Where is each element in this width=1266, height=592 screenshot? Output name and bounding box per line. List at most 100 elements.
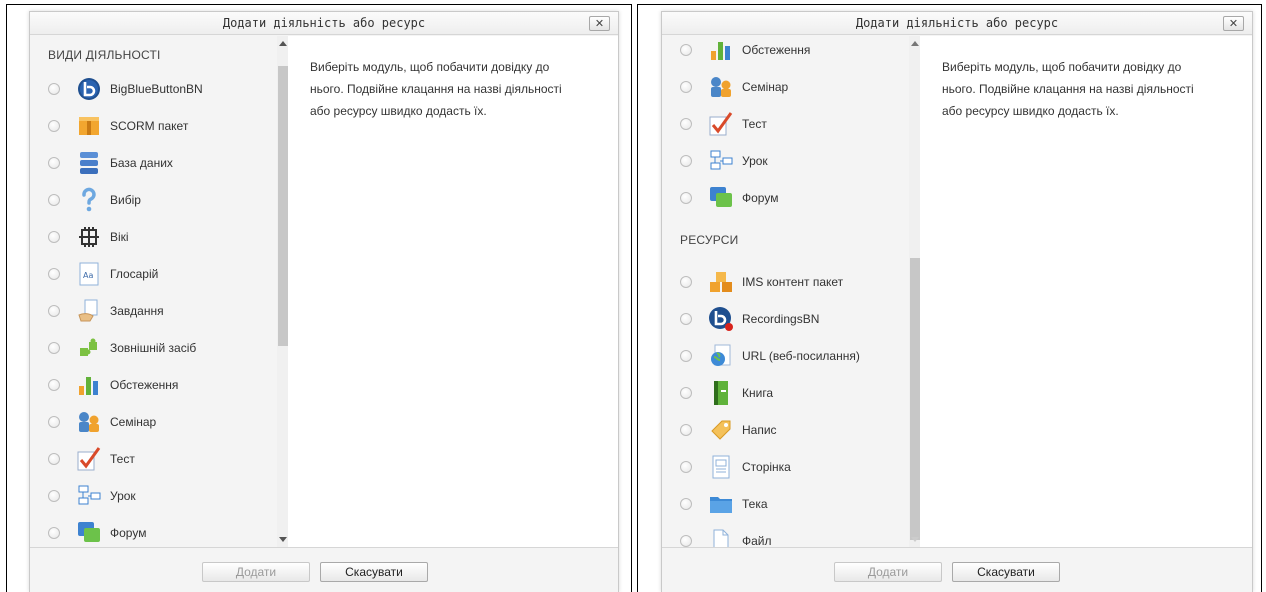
module-label: Урок — [742, 154, 768, 168]
folder-icon — [708, 491, 734, 517]
module-item-glossary[interactable]: Aa Глосарій — [48, 256, 276, 292]
module-list: ВИДИ ДІЯЛЬНОСТІ BigBlueButtonBN SCORM па… — [30, 36, 288, 547]
radio-button[interactable] — [680, 155, 692, 167]
label-tag-icon — [708, 417, 734, 443]
module-item-lesson[interactable]: Урок — [680, 143, 908, 179]
module-item-forum[interactable]: Форум — [48, 515, 276, 547]
scroll-down-icon[interactable] — [279, 537, 287, 542]
cancel-button[interactable]: Скасувати — [952, 562, 1060, 582]
recordings-icon — [708, 306, 734, 332]
module-label: Тека — [742, 497, 768, 511]
module-item-quiz[interactable]: Тест — [680, 106, 908, 142]
module-item-file[interactable]: Файл — [680, 523, 908, 547]
close-icon[interactable]: ✕ — [1223, 16, 1244, 31]
radio-button[interactable] — [680, 276, 692, 288]
help-pane: Виберіть модуль, щоб побачити довідку до… — [920, 36, 1252, 547]
add-activity-dialog: Додати діяльність або ресурс ✕ ВИДИ ДІЯЛ… — [29, 11, 619, 592]
dialog-body: ВИДИ ДІЯЛЬНОСТІ BigBlueButtonBN SCORM па… — [30, 36, 618, 548]
radio-button[interactable] — [680, 424, 692, 436]
scroll-down-icon[interactable] — [911, 537, 919, 542]
module-item-label[interactable]: Напис — [680, 412, 908, 448]
glossary-icon: Aa — [76, 261, 102, 287]
module-label: Форум — [110, 526, 147, 540]
radio-button[interactable] — [48, 194, 60, 206]
radio-button[interactable] — [680, 118, 692, 130]
cancel-button[interactable]: Скасувати — [320, 562, 428, 582]
module-item-url[interactable]: URL (веб-посилання) — [680, 338, 908, 374]
module-label: Семінар — [110, 415, 157, 429]
module-item-workshop[interactable]: Семінар — [48, 404, 276, 440]
help-text: Виберіть модуль, щоб побачити довідку до… — [310, 60, 562, 118]
list-scrollbar[interactable] — [277, 36, 288, 547]
module-item-external-tool[interactable]: Зовнішній засіб — [48, 330, 276, 366]
scrollbar-thumb[interactable] — [278, 66, 288, 346]
module-item-page[interactable]: Сторінка — [680, 449, 908, 485]
radio-button[interactable] — [680, 535, 692, 547]
module-list: Обстеження Семінар Тест Урок Форум РЕСУР… — [662, 36, 920, 547]
left-screenshot: Додати діяльність або ресурс ✕ ВИДИ ДІЯЛ… — [6, 4, 632, 592]
ims-package-icon — [708, 269, 734, 295]
dialog-titlebar: Додати діяльність або ресурс ✕ — [30, 12, 618, 35]
module-item-survey[interactable]: Обстеження — [48, 367, 276, 403]
radio-button[interactable] — [48, 231, 60, 243]
forum-icon — [708, 185, 734, 211]
module-label: RecordingsBN — [742, 312, 820, 326]
radio-button[interactable] — [48, 157, 60, 169]
survey-icon — [76, 372, 102, 398]
module-item-choice[interactable]: Вибір — [48, 182, 276, 218]
radio-button[interactable] — [680, 461, 692, 473]
radio-button[interactable] — [48, 342, 60, 354]
database-icon — [76, 150, 102, 176]
module-label: Форум — [742, 191, 779, 205]
section-activities-label: ВИДИ ДІЯЛЬНОСТІ — [48, 48, 161, 62]
module-label: Сторінка — [742, 460, 791, 474]
radio-button[interactable] — [48, 305, 60, 317]
scroll-up-icon[interactable] — [911, 41, 919, 46]
help-pane: Виберіть модуль, щоб побачити довідку до… — [288, 36, 618, 547]
radio-button[interactable] — [48, 490, 60, 502]
radio-button[interactable] — [48, 453, 60, 465]
module-item-book[interactable]: Книга — [680, 375, 908, 411]
dialog-title: Додати діяльність або ресурс — [222, 16, 426, 30]
radio-button[interactable] — [680, 498, 692, 510]
radio-button[interactable] — [680, 387, 692, 399]
list-scrollbar[interactable] — [909, 36, 920, 547]
wiki-icon — [76, 224, 102, 250]
lesson-icon — [708, 148, 734, 174]
radio-button[interactable] — [680, 192, 692, 204]
module-label: Урок — [110, 489, 136, 503]
radio-button[interactable] — [48, 379, 60, 391]
module-item-workshop[interactable]: Семінар — [680, 69, 908, 105]
help-text: Виберіть модуль, щоб побачити довідку до… — [942, 60, 1194, 118]
radio-button[interactable] — [680, 313, 692, 325]
scrollbar-thumb[interactable] — [910, 258, 920, 540]
module-item-folder[interactable]: Тека — [680, 486, 908, 522]
add-button[interactable]: Додати — [202, 562, 310, 582]
module-item-survey[interactable]: Обстеження — [680, 36, 908, 68]
module-item-bigbluebutton[interactable]: BigBlueButtonBN — [48, 71, 276, 107]
radio-button[interactable] — [48, 416, 60, 428]
lesson-icon — [76, 483, 102, 509]
module-item-quiz[interactable]: Тест — [48, 441, 276, 477]
file-icon — [708, 528, 734, 547]
radio-button[interactable] — [680, 44, 692, 56]
dialog-body: Обстеження Семінар Тест Урок Форум РЕСУР… — [662, 36, 1252, 548]
radio-button[interactable] — [680, 350, 692, 362]
module-item-assignment[interactable]: Завдання — [48, 293, 276, 329]
module-item-forum[interactable]: Форум — [680, 180, 908, 216]
radio-button[interactable] — [48, 268, 60, 280]
module-item-database[interactable]: База даних — [48, 145, 276, 181]
radio-button[interactable] — [48, 120, 60, 132]
module-item-ims-package[interactable]: IMS контент пакет — [680, 264, 908, 300]
add-button[interactable]: Додати — [834, 562, 942, 582]
scroll-up-icon[interactable] — [279, 41, 287, 46]
module-item-wiki[interactable]: Вікі — [48, 219, 276, 255]
module-item-scorm[interactable]: SCORM пакет — [48, 108, 276, 144]
radio-button[interactable] — [48, 83, 60, 95]
radio-button[interactable] — [48, 527, 60, 539]
module-item-lesson[interactable]: Урок — [48, 478, 276, 514]
radio-button[interactable] — [680, 81, 692, 93]
module-item-recordings[interactable]: RecordingsBN — [680, 301, 908, 337]
module-label: Файл — [742, 534, 772, 547]
close-icon[interactable]: ✕ — [589, 16, 610, 31]
